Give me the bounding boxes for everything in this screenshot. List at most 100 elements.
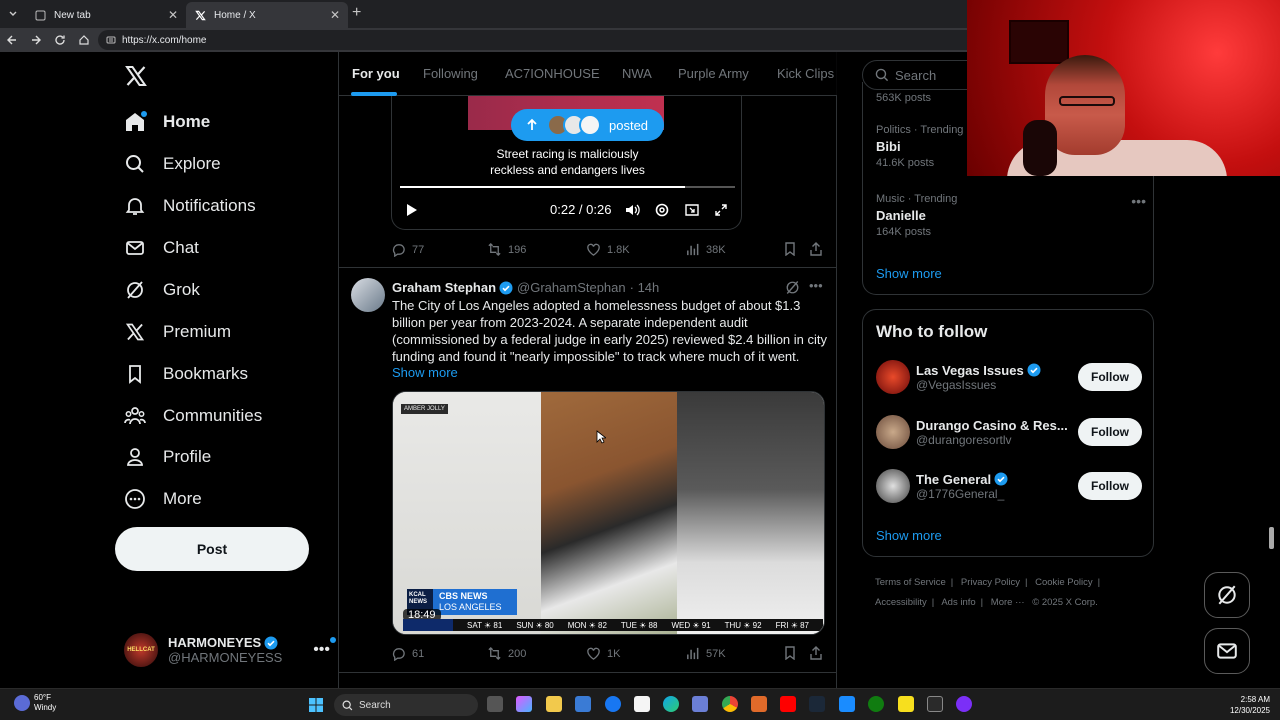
address-bar[interactable]: https://x.com/home [98,30,978,50]
reply-button[interactable]: 77 [391,242,424,257]
who-to-follow-show-more[interactable]: Show more [876,528,942,543]
vlc-icon[interactable] [751,696,767,712]
share-button[interactable] [809,242,829,256]
tab-for-you[interactable]: For you [352,66,400,81]
store-icon[interactable] [575,696,591,712]
reload-icon[interactable] [52,32,68,48]
windows-start-icon[interactable] [308,697,324,713]
nav-item-grok[interactable]: Grok [124,275,200,305]
youtube-icon[interactable] [780,696,796,712]
footer-terms[interactable]: Terms of Service [875,577,946,588]
notes-icon[interactable] [898,696,914,712]
repost-button[interactable]: 200 [487,646,526,661]
grok-icon[interactable] [785,280,800,295]
footer-more[interactable]: More ··· [991,597,1025,608]
like-button[interactable]: 1K [586,646,620,661]
copilot-icon[interactable] [516,696,532,712]
like-button[interactable]: 1.8K [586,242,630,257]
tweet-more-button[interactable]: ••• [809,278,823,293]
new-posts-pill[interactable]: posted [511,109,664,141]
tab-kick-clips[interactable]: Kick Clips [777,66,834,81]
tab-nwa[interactable]: NWA [622,66,652,81]
author-name[interactable]: Graham Stephan [392,280,496,295]
follow-suggestion[interactable]: The General @1776General_ Follow [876,466,1142,506]
amazon-icon[interactable] [634,696,650,712]
tweet-media-video[interactable]: AMBER JOLLY KCAL NEWS CBS NEWS LOS ANGEL… [392,391,825,635]
back-icon[interactable] [4,32,20,48]
steam-icon[interactable] [809,696,825,712]
taskbar-search[interactable]: Search [334,694,478,716]
tab-following[interactable]: Following [423,66,478,81]
views-button[interactable]: 38K [685,242,726,257]
bookmark-button[interactable] [783,242,803,256]
nav-item-profile[interactable]: Profile [124,442,211,472]
views-button[interactable]: 57K [685,646,726,661]
nav-item-more[interactable]: More [124,484,202,514]
trend-item[interactable]: Music · Trending Danielle 164K posts ••• [876,193,1146,238]
follow-suggestion[interactable]: Durango Casino & Res... @durangoresortlv… [876,412,1142,452]
nav-item-bookmarks[interactable]: Bookmarks [124,359,248,389]
reply-button[interactable]: 61 [391,646,424,661]
nav-item-notifications[interactable]: Notifications [124,191,256,221]
chrome-icon[interactable] [722,696,738,712]
volume-icon[interactable] [624,200,640,220]
facebook-icon[interactable] [605,696,621,712]
nav-item-premium[interactable]: Premium [124,317,231,347]
calculator-icon[interactable] [692,696,708,712]
follow-button[interactable]: Follow [1078,363,1142,391]
weather-temp: 60°F [34,693,51,702]
avatar[interactable] [351,278,385,312]
tab-close-button[interactable]: ✕ [168,8,178,22]
footer-cookie[interactable]: Cookie Policy [1035,577,1093,588]
tab-purple-army[interactable]: Purple Army [678,66,749,81]
repost-button[interactable]: 196 [487,242,526,257]
system-clock[interactable]: 2:58 AM 12/30/2025 [1218,694,1270,716]
edge-icon[interactable] [663,696,679,712]
new-tab-button[interactable]: + [352,4,361,22]
show-more-link[interactable]: Show more [392,365,458,380]
weather-widget[interactable]: 60°F Windy [14,693,56,713]
follow-suggestion[interactable]: Las Vegas Issues @VegasIssues Follow [876,357,1142,397]
picture-in-picture-icon[interactable] [684,200,700,220]
play-icon[interactable] [404,200,418,220]
forward-icon[interactable] [28,32,44,48]
obs-icon[interactable] [956,696,972,712]
home-icon[interactable] [76,32,92,48]
task-view-icon[interactable] [487,696,503,712]
trends-show-more[interactable]: Show more [876,266,942,281]
trend-more-button[interactable]: ••• [1131,193,1146,209]
messages-fab[interactable] [1204,628,1250,674]
nav-item-chat[interactable]: Chat [124,233,199,263]
file-explorer-icon[interactable] [546,696,562,712]
fullscreen-icon[interactable] [714,200,728,220]
nav-item-communities[interactable]: Communities [124,401,262,431]
browser-tab-new-tab[interactable]: New tab ✕ [26,2,186,28]
x-logo-icon[interactable] [124,64,148,88]
grok-fab[interactable] [1204,572,1250,618]
author-handle[interactable]: @GrahamStephan [517,280,626,295]
tab-list-button[interactable] [4,5,22,23]
footer-accessibility[interactable]: Accessibility [875,597,927,608]
follow-button[interactable]: Follow [1078,418,1142,446]
post-button[interactable]: Post [115,527,309,571]
settings-icon[interactable] [654,200,670,220]
tab-ac7ionhouse[interactable]: AC7IONHOUSE [505,66,600,81]
share-button[interactable] [809,646,829,660]
app-icon[interactable] [839,696,855,712]
account-more-button[interactable]: ••• [313,637,336,659]
footer-privacy[interactable]: Privacy Policy [961,577,1020,588]
video-progress-bar[interactable] [400,186,735,188]
nav-item-explore[interactable]: Explore [124,149,221,179]
xbox-icon[interactable] [868,696,884,712]
bookmark-button[interactable] [783,646,803,660]
account-switcher[interactable]: HELLCAT HARMONEYES @HARMONEYESS ••• [124,630,336,670]
tab-close-button[interactable]: ✕ [330,8,340,22]
footer-ads-info[interactable]: Ads info [941,597,975,608]
tweet-time[interactable]: · 14h [630,280,660,295]
browser-tab-home-x[interactable]: Home / X ✕ [186,2,348,28]
follow-button[interactable]: Follow [1078,472,1142,500]
taskbar: 60°F Windy Search 2:58 AM 12/30/2025 [0,688,1280,720]
page-scrollbar[interactable] [1269,527,1274,549]
app-icon[interactable] [927,696,943,712]
nav-item-home[interactable]: Home [124,107,210,137]
